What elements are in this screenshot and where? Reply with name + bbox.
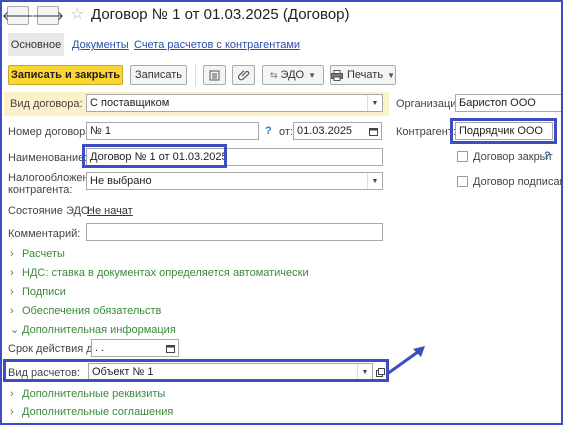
edo-icon: ⇆ <box>269 69 278 80</box>
save-button[interactable]: Записать <box>130 65 187 85</box>
edo-state-label: Состояние ЭДО: <box>8 205 93 217</box>
number-help-icon[interactable]: ? <box>265 125 272 137</box>
edo-state-link[interactable]: Не начат <box>87 205 133 217</box>
number-label: Номер договора: <box>8 126 95 138</box>
chevron-right-icon: › <box>10 286 14 298</box>
counterparty-label: Контрагент: <box>396 126 456 138</box>
calendar-button[interactable] <box>366 123 381 139</box>
organization-value: Баристоп ООО <box>459 97 536 109</box>
group-additional-info[interactable]: ⌄ Дополнительная информация <box>10 323 176 336</box>
group-vat-label: НДС: ставка в документах определяется ав… <box>22 267 309 279</box>
chevron-down-icon: ▼ <box>308 70 316 80</box>
chevron-down-icon[interactable]: ▼ <box>367 95 382 111</box>
annotation-arrow-icon <box>386 346 425 376</box>
comment-field[interactable] <box>86 223 383 241</box>
counterparty-highlight-box <box>450 118 557 144</box>
attachment-button[interactable] <box>232 65 255 85</box>
printer-icon <box>331 69 344 81</box>
forward-arrow-icon: 🡒 <box>31 9 65 23</box>
contract-signed-label: Договор подписан <box>473 176 563 188</box>
contract-type-select[interactable]: С поставщиком ▼ <box>86 94 383 112</box>
group-payments-label: Расчеты <box>22 248 65 260</box>
window-title: Договор № 1 от 01.03.2025 (Договор) <box>91 6 350 23</box>
group-signatures-label: Подписи <box>22 286 66 298</box>
group-additional-agreements-label: Дополнительные соглашения <box>22 406 174 418</box>
validity-date-value: . . <box>95 342 105 354</box>
edo-label: ЭДО <box>280 69 305 81</box>
tax-select[interactable]: Не выбрано ▼ <box>86 172 383 190</box>
group-additional-requisites[interactable]: › Дополнительные реквизиты <box>10 388 165 400</box>
chevron-down-icon: ▼ <box>387 70 395 80</box>
group-additional-agreements[interactable]: › Дополнительные соглашения <box>10 406 173 418</box>
group-obligations[interactable]: › Обеспечения обязательств <box>10 305 161 317</box>
contract-closed-help-icon[interactable]: ? <box>544 150 551 162</box>
contract-type-value: С поставщиком <box>90 97 170 109</box>
calendar-button[interactable] <box>163 340 178 356</box>
chevron-down-icon: ⌄ <box>10 324 20 336</box>
group-signatures[interactable]: › Подписи <box>10 286 66 298</box>
group-payments[interactable]: › Расчеты <box>10 248 65 260</box>
list-icon <box>209 70 220 80</box>
date-from-label: от: <box>279 126 293 138</box>
print-label: Печать <box>347 69 384 81</box>
number-field[interactable]: № 1 <box>86 122 259 140</box>
tab-main[interactable]: Основное <box>8 33 64 56</box>
list-button[interactable] <box>203 65 226 85</box>
group-additional-info-label: Дополнительная информация <box>22 324 176 336</box>
chevron-right-icon: › <box>10 267 14 279</box>
contract-date-field[interactable]: 01.03.2025 <box>293 122 382 140</box>
print-button[interactable]: Печать ▼ <box>330 65 396 85</box>
validity-date-field[interactable]: . . <box>91 339 179 357</box>
edo-button[interactable]: ⇆ ЭДО ▼ <box>262 65 324 85</box>
contract-closed-label: Договор закрыт <box>473 151 553 163</box>
name-highlight-box <box>82 144 227 168</box>
back-arrow-icon: 🡐 <box>1 9 35 23</box>
chevron-right-icon: › <box>10 305 14 317</box>
contract-type-label: Вид договора: <box>10 98 83 110</box>
group-obligations-label: Обеспечения обязательств <box>22 305 162 317</box>
chevron-right-icon: › <box>10 388 14 400</box>
tax-label-line2: контрагента: <box>8 184 73 196</box>
save-and-close-button[interactable]: Записать и закрыть <box>8 65 123 85</box>
tab-documents[interactable]: Документы <box>72 39 129 51</box>
contract-closed-checkbox[interactable] <box>457 151 468 162</box>
tax-value: Не выбрано <box>90 175 152 187</box>
paperclip-icon <box>237 70 249 81</box>
group-vat[interactable]: › НДС: ставка в документах определяется а… <box>10 267 309 279</box>
settlement-type-highlight-box <box>3 359 389 382</box>
tab-settlement-accounts[interactable]: Счета расчетов с контрагентами <box>134 39 300 51</box>
organization-field[interactable]: Баристоп ООО <box>455 94 561 112</box>
name-label: Наименование: <box>8 152 88 164</box>
star-icon[interactable]: ☆ <box>70 4 84 24</box>
chevron-down-icon[interactable]: ▼ <box>367 173 382 189</box>
comment-label: Комментарий: <box>8 228 81 240</box>
forward-button[interactable]: 🡒 <box>32 6 64 25</box>
number-value: № 1 <box>90 125 111 137</box>
chevron-right-icon: › <box>10 406 14 418</box>
back-button[interactable]: 🡐 <box>2 6 34 25</box>
validity-label: Срок действия до: <box>8 343 102 355</box>
calendar-icon <box>166 344 175 353</box>
calendar-icon <box>369 127 378 136</box>
contract-date-value: 01.03.2025 <box>297 125 353 137</box>
group-additional-requisites-label: Дополнительные реквизиты <box>22 388 166 400</box>
chevron-right-icon: › <box>10 248 14 260</box>
toolbar-separator <box>195 64 196 86</box>
contract-signed-checkbox[interactable] <box>457 176 468 187</box>
